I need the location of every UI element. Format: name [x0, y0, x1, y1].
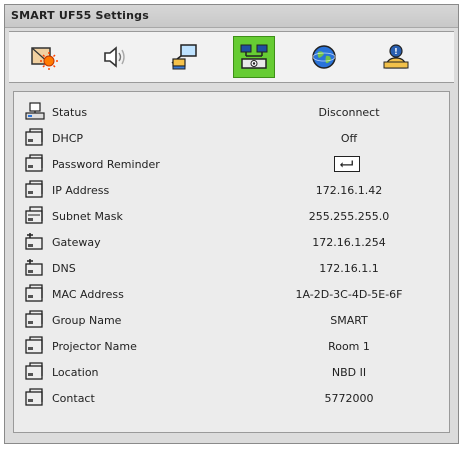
network-card-icon [25, 362, 43, 380]
setting-value: 172.16.1.42 [315, 184, 383, 197]
network-settings-panel: Status Disconnect DHCP Off Password Remi… [13, 91, 450, 433]
setting-value: 255.255.255.0 [308, 210, 390, 223]
setting-label: IP Address [52, 184, 110, 197]
setting-value: Room 1 [328, 340, 370, 353]
gateway-icon [25, 233, 43, 250]
network-card-icon [25, 388, 43, 406]
tab-audio[interactable] [93, 36, 135, 78]
setting-row-dhcp[interactable]: DHCP Off [14, 126, 449, 152]
network-card-icon [25, 128, 43, 146]
setting-value: 172.16.1.254 [312, 236, 386, 249]
setting-row-password-reminder[interactable]: Password Reminder [14, 152, 449, 178]
settings-window: SMART UF55 Settings ! Status Disconnect … [4, 4, 459, 444]
setting-label: Password Reminder [52, 158, 160, 171]
setting-row-ip-address[interactable]: IP Address 172.16.1.42 [14, 178, 449, 204]
dns-icon [25, 259, 43, 276]
setting-label: Group Name [52, 314, 122, 327]
picture-settings-icon [31, 47, 58, 70]
user-alert-icon: ! [383, 44, 409, 69]
setting-label: Location [52, 366, 99, 379]
subnet-icon [25, 206, 43, 224]
setting-value: 172.16.1.1 [319, 262, 379, 275]
network-card-icon [25, 154, 43, 172]
setting-label: DNS [52, 262, 76, 275]
setting-row-status[interactable]: Status Disconnect [14, 100, 449, 126]
setting-label: MAC Address [52, 288, 124, 301]
setting-label: Contact [52, 392, 95, 405]
network-card-icon [25, 310, 43, 328]
projector-settings-icon [171, 44, 197, 70]
window-title: SMART UF55 Settings [11, 9, 149, 22]
setting-row-gateway[interactable]: Gateway 172.16.1.254 [14, 230, 449, 256]
tab-projector[interactable] [163, 36, 205, 78]
setting-row-location[interactable]: Location NBD II [14, 360, 449, 386]
settings-tab-bar: ! [9, 31, 454, 83]
network-card-icon [25, 284, 43, 302]
svg-text:!: ! [394, 47, 398, 56]
enter-key-icon[interactable] [334, 156, 360, 172]
network-icon [240, 44, 268, 69]
setting-label: Gateway [52, 236, 101, 249]
tab-network[interactable] [233, 36, 275, 78]
setting-value: NBD II [331, 366, 367, 379]
setting-label: Subnet Mask [52, 210, 123, 223]
setting-row-group-name[interactable]: Group Name SMART [14, 308, 449, 334]
network-card-icon [25, 336, 43, 354]
setting-value: Off [340, 132, 358, 145]
title-bar: SMART UF55 Settings [5, 5, 458, 28]
setting-row-mac-address[interactable]: MAC Address 1A-2D-3C-4D-5E-6F [14, 282, 449, 308]
setting-value: 5772000 [324, 392, 374, 405]
setting-row-subnet-mask[interactable]: Subnet Mask 255.255.255.0 [14, 204, 449, 230]
setting-value: SMART [330, 314, 368, 327]
tab-picture[interactable] [23, 36, 65, 78]
tab-language[interactable] [303, 36, 345, 78]
network-card-icon [25, 180, 43, 198]
setting-label: Projector Name [52, 340, 137, 353]
tab-user[interactable]: ! [375, 36, 417, 78]
speaker-icon [104, 46, 125, 68]
setting-row-contact[interactable]: Contact 5772000 [14, 386, 449, 412]
globe-icon [312, 45, 336, 69]
setting-label: DHCP [52, 132, 84, 145]
setting-label: Status [52, 106, 88, 119]
network-status-icon [25, 102, 45, 120]
setting-row-dns[interactable]: DNS 172.16.1.1 [14, 256, 449, 282]
setting-value: 1A-2D-3C-4D-5E-6F [295, 288, 403, 301]
setting-value: Disconnect [318, 106, 380, 119]
setting-row-projector-name[interactable]: Projector Name Room 1 [14, 334, 449, 360]
